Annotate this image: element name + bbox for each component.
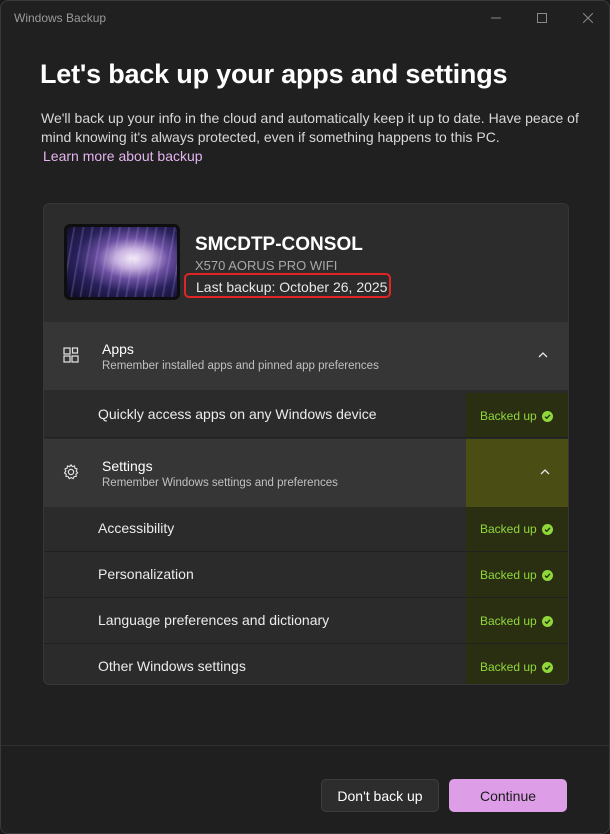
minimize-button[interactable] [473, 1, 519, 34]
device-wallpaper-thumbnail [64, 224, 180, 300]
status-badge: Backed up [480, 568, 553, 582]
title-bar: Windows Backup [1, 1, 609, 34]
checkmark-icon [541, 569, 553, 581]
status-text: Backed up [480, 409, 537, 423]
page-heading: Let's back up your apps and settings [40, 59, 508, 89]
status-badge: Backed up [480, 614, 553, 628]
maximize-button[interactable] [519, 1, 565, 34]
learn-more-link[interactable]: Learn more about backup [43, 148, 203, 164]
settings-subtitle: Remember Windows settings and preference… [102, 477, 338, 489]
window-title: Windows Backup [14, 11, 107, 25]
apps-section-header[interactable]: Apps Remember installed apps and pinned … [44, 322, 568, 390]
apps-item-label: Quickly access apps on any Windows devic… [98, 406, 377, 422]
apps-title: Apps [102, 341, 134, 357]
status-text: Backed up [480, 614, 537, 628]
settings-item-label: Other Windows settings [98, 658, 246, 674]
maximize-icon [537, 12, 547, 23]
checkmark-icon [541, 523, 553, 535]
status-text: Backed up [480, 660, 537, 674]
close-icon [583, 12, 593, 23]
settings-item-label: Accessibility [98, 520, 175, 536]
checkmark-icon [541, 615, 553, 627]
settings-item-label: Language preferences and dictionary [98, 612, 330, 628]
device-model: X570 AORUS PRO WIFI [195, 258, 338, 273]
status-badge: Backed up [480, 660, 553, 674]
status-text: Backed up [480, 522, 537, 536]
status-text: Backed up [480, 568, 537, 582]
device-name: SMCDTP-CONSOL [195, 234, 363, 255]
settings-title: Settings [102, 458, 153, 474]
minimize-icon [491, 17, 501, 18]
gear-icon [63, 463, 79, 480]
status-badge: Backed up [480, 522, 553, 536]
device-info: SMCDTP-CONSOL X570 AORUS PRO WIFI Last b… [44, 204, 568, 321]
dont-back-up-button[interactable]: Don't back up [321, 779, 439, 812]
apps-subtitle: Remember installed apps and pinned app p… [102, 360, 379, 372]
status-badge: Backed up [480, 409, 553, 423]
settings-item-label: Personalization [98, 566, 194, 582]
backup-card: SMCDTP-CONSOL X570 AORUS PRO WIFI Last b… [43, 203, 569, 685]
continue-button[interactable]: Continue [449, 779, 567, 812]
apps-icon [63, 347, 79, 363]
checkmark-icon [541, 410, 553, 422]
close-button[interactable] [565, 1, 609, 34]
checkmark-icon [541, 661, 553, 673]
status-column-highlight [466, 439, 568, 507]
chevron-up-icon[interactable] [536, 348, 550, 362]
last-backup-highlight: Last backup: October 26, 2025 [184, 273, 391, 298]
page-description: We'll back up your info in the cloud and… [41, 110, 579, 145]
last-backup-date: Last backup: October 26, 2025 [196, 279, 388, 295]
windows-backup-window: Windows Backup Let's back up your apps a… [0, 0, 610, 834]
chevron-up-icon[interactable] [538, 465, 552, 479]
